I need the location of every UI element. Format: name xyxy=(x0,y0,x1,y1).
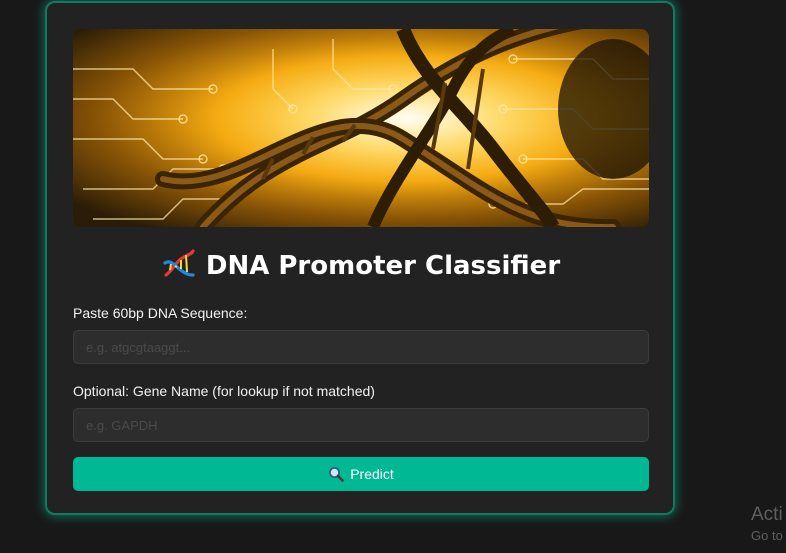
dna-sequence-input[interactable] xyxy=(73,330,649,364)
classifier-card: DNA Promoter Classifier Paste 60bp DNA S… xyxy=(45,1,675,515)
page-title: DNA Promoter Classifier xyxy=(73,246,649,286)
gene-name-field-label: Optional: Gene Name (for lookup if not m… xyxy=(73,383,375,399)
dna-helix-illustration xyxy=(73,29,649,227)
sequence-field-label: Paste 60bp DNA Sequence: xyxy=(73,305,248,321)
predict-button[interactable]: Predict xyxy=(73,457,649,491)
activation-watermark: Acti Go to xyxy=(751,503,783,545)
page: DNA Promoter Classifier Paste 60bp DNA S… xyxy=(0,0,786,553)
watermark-subtitle: Go to xyxy=(751,528,783,543)
predict-button-label: Predict xyxy=(350,466,394,482)
dna-helix-banner-image xyxy=(73,29,649,227)
search-icon xyxy=(328,466,345,482)
dna-icon xyxy=(162,249,196,279)
title-text: DNA Promoter Classifier xyxy=(205,251,561,281)
watermark-title: Acti xyxy=(751,504,783,525)
gene-name-input[interactable] xyxy=(73,408,649,442)
